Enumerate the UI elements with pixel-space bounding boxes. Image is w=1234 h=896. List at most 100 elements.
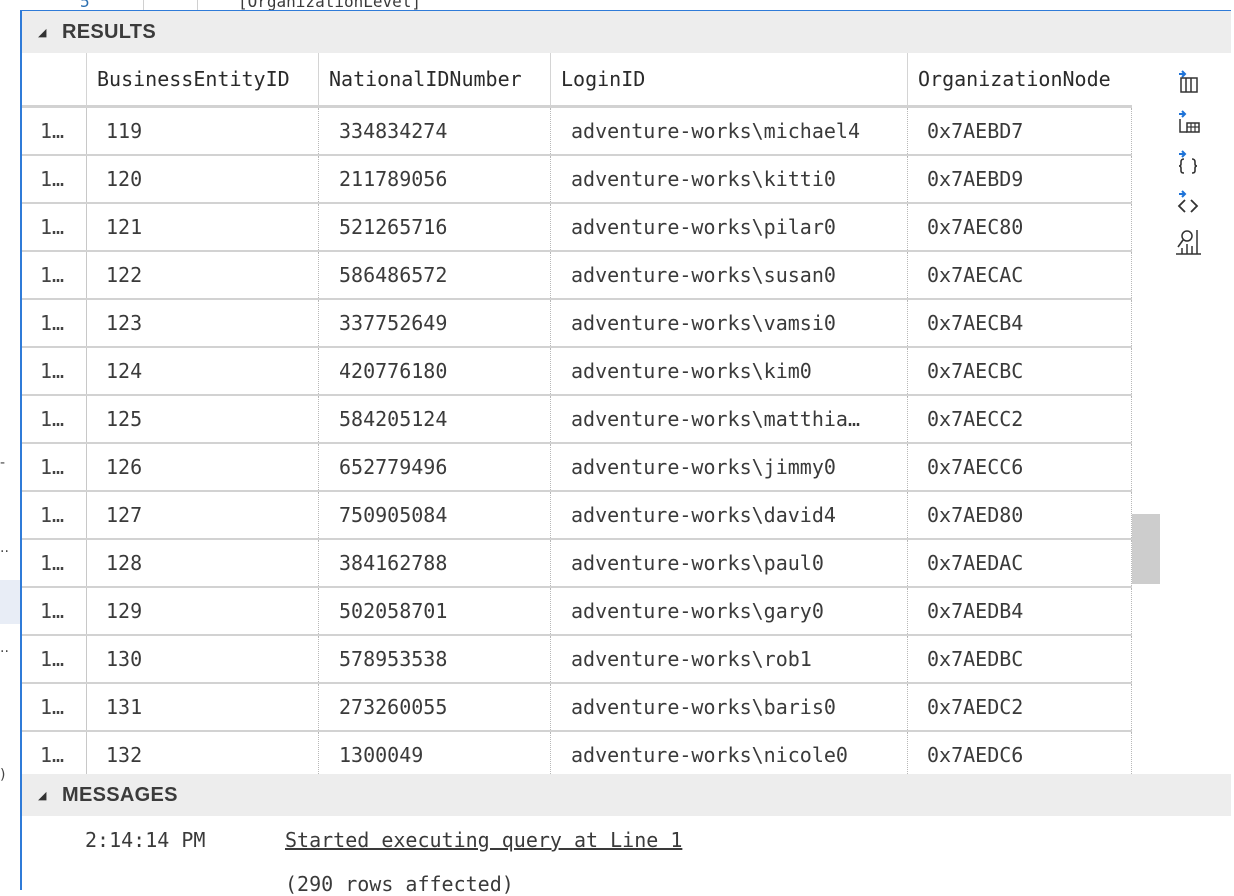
cell-businessentityid[interactable]: 132: [87, 732, 319, 774]
table-row[interactable]: 1… 126 652779496 adventure-works\jimmy0 0x7A…: [22, 444, 1132, 492]
cell-businessentityid[interactable]: 129: [87, 588, 319, 634]
cell-businessentityid[interactable]: 125: [87, 396, 319, 442]
cell-organizationnode[interactable]: 0x7AECB4: [908, 300, 1132, 346]
cell-nationalidnumber[interactable]: 750905084: [319, 492, 551, 538]
cell-businessentityid[interactable]: 130: [87, 636, 319, 682]
cell-businessentityid[interactable]: 119: [87, 108, 319, 154]
scrollbar-thumb[interactable]: [1132, 514, 1160, 584]
cell-rownum[interactable]: 1…: [22, 492, 87, 538]
cell-loginid[interactable]: adventure-works\david4: [551, 492, 908, 538]
cell-organizationnode[interactable]: 0x7AECC2: [908, 396, 1132, 442]
table-row[interactable]: 1… 131 273260055 adventure-works\baris0 0x7A…: [22, 684, 1132, 732]
table-row[interactable]: 1… 121 521265716 adventure-works\pilar0 0x7A…: [22, 204, 1132, 252]
table-row[interactable]: 1… 119 334834274 adventure-works\michael4 0x…: [22, 108, 1132, 156]
cell-nationalidnumber[interactable]: 420776180: [319, 348, 551, 394]
cell-businessentityid[interactable]: 123: [87, 300, 319, 346]
table-row[interactable]: 1… 120 211789056 adventure-works\kitti0 0x7A…: [22, 156, 1132, 204]
cell-nationalidnumber[interactable]: 502058701: [319, 588, 551, 634]
collapse-triangle-icon[interactable]: ◢: [38, 789, 48, 802]
grid-vertical-scrollbar[interactable]: [1132, 113, 1160, 774]
cell-loginid[interactable]: adventure-works\pilar0: [551, 204, 908, 250]
cell-loginid[interactable]: adventure-works\baris0: [551, 684, 908, 730]
cell-loginid[interactable]: adventure-works\susan0: [551, 252, 908, 298]
column-header-businessentityid[interactable]: BusinessEntityID: [87, 53, 319, 105]
cell-organizationnode[interactable]: 0x7AED80: [908, 492, 1132, 538]
messages-section-header[interactable]: ◢ MESSAGES: [22, 774, 1231, 816]
column-header-nationalidnumber[interactable]: NationalIDNumber: [319, 53, 551, 105]
cell-businessentityid[interactable]: 124: [87, 348, 319, 394]
cell-loginid[interactable]: adventure-works\kitti0: [551, 156, 908, 202]
collapse-triangle-icon[interactable]: ◢: [38, 26, 48, 39]
cell-loginid[interactable]: adventure-works\kim0: [551, 348, 908, 394]
cell-nationalidnumber[interactable]: 337752649: [319, 300, 551, 346]
cell-organizationnode[interactable]: 0x7AEBD7: [908, 108, 1132, 154]
cell-businessentityid[interactable]: 128: [87, 540, 319, 586]
cell-loginid[interactable]: adventure-works\michael4: [551, 108, 908, 154]
cell-rownum[interactable]: 1…: [22, 540, 87, 586]
column-header-rownum[interactable]: [22, 53, 87, 105]
cell-loginid[interactable]: adventure-works\matthia…: [551, 396, 908, 442]
cell-businessentityid[interactable]: 120: [87, 156, 319, 202]
cell-organizationnode[interactable]: 0x7AEDAC: [908, 540, 1132, 586]
cell-organizationnode[interactable]: 0x7AECC6: [908, 444, 1132, 490]
cell-nationalidnumber[interactable]: 1300049: [319, 732, 551, 774]
cell-organizationnode[interactable]: 0x7AEDC2: [908, 684, 1132, 730]
cell-loginid[interactable]: adventure-works\jimmy0: [551, 444, 908, 490]
cell-businessentityid[interactable]: 122: [87, 252, 319, 298]
cell-nationalidnumber[interactable]: 652779496: [319, 444, 551, 490]
cell-rownum[interactable]: 1…: [22, 252, 87, 298]
cell-rownum[interactable]: 1…: [22, 396, 87, 442]
cell-organizationnode[interactable]: 0x7AEDBC: [908, 636, 1132, 682]
cell-businessentityid[interactable]: 121: [87, 204, 319, 250]
export-json-icon[interactable]: [1170, 143, 1206, 181]
results-section-header[interactable]: ◢ RESULTS: [22, 11, 1231, 53]
export-xml-icon[interactable]: [1170, 183, 1206, 221]
table-row[interactable]: 1… 127 750905084 adventure-works\david4 0x7A…: [22, 492, 1132, 540]
cell-nationalidnumber[interactable]: 586486572: [319, 252, 551, 298]
cell-organizationnode[interactable]: 0x7AECAC: [908, 252, 1132, 298]
cell-nationalidnumber[interactable]: 273260055: [319, 684, 551, 730]
cell-rownum[interactable]: 1…: [22, 636, 87, 682]
cell-nationalidnumber[interactable]: 334834274: [319, 108, 551, 154]
cell-nationalidnumber[interactable]: 211789056: [319, 156, 551, 202]
cell-rownum[interactable]: 1…: [22, 204, 87, 250]
table-row[interactable]: 1… 128 384162788 adventure-works\paul0 0x7AE…: [22, 540, 1132, 588]
export-csv-icon[interactable]: [1170, 63, 1206, 101]
cell-rownum[interactable]: 1…: [22, 588, 87, 634]
cell-rownum[interactable]: 1…: [22, 156, 87, 202]
cell-rownum[interactable]: 1…: [22, 300, 87, 346]
cell-rownum[interactable]: 1…: [22, 444, 87, 490]
cell-loginid[interactable]: adventure-works\vamsi0: [551, 300, 908, 346]
table-row[interactable]: 1… 125 584205124 adventure-works\matthia… 0x…: [22, 396, 1132, 444]
table-row[interactable]: 1… 124 420776180 adventure-works\kim0 0x7AEC…: [22, 348, 1132, 396]
cell-organizationnode[interactable]: 0x7AEBD9: [908, 156, 1132, 202]
cell-organizationnode[interactable]: 0x7AEC80: [908, 204, 1132, 250]
table-row[interactable]: 1… 123 337752649 adventure-works\vamsi0 0x7A…: [22, 300, 1132, 348]
cell-rownum[interactable]: 1…: [22, 348, 87, 394]
cell-rownum[interactable]: 1…: [22, 684, 87, 730]
cell-nationalidnumber[interactable]: 521265716: [319, 204, 551, 250]
cell-loginid[interactable]: adventure-works\nicole0: [551, 732, 908, 774]
cell-loginid[interactable]: adventure-works\rob1: [551, 636, 908, 682]
table-row[interactable]: 1… 122 586486572 adventure-works\susan0 0x7A…: [22, 252, 1132, 300]
cell-businessentityid[interactable]: 126: [87, 444, 319, 490]
column-header-organizationnode[interactable]: OrganizationNode: [908, 53, 1134, 105]
cell-nationalidnumber[interactable]: 584205124: [319, 396, 551, 442]
cell-loginid[interactable]: adventure-works\gary0: [551, 588, 908, 634]
cell-organizationnode[interactable]: 0x7AECBC: [908, 348, 1132, 394]
cell-organizationnode[interactable]: 0x7AEDB4: [908, 588, 1132, 634]
export-excel-icon[interactable]: [1170, 103, 1206, 141]
cell-nationalidnumber[interactable]: 578953538: [319, 636, 551, 682]
table-row[interactable]: 1… 129 502058701 adventure-works\gary0 0x7AE…: [22, 588, 1132, 636]
cell-organizationnode[interactable]: 0x7AEDC6: [908, 732, 1132, 774]
column-header-loginid[interactable]: LoginID: [551, 53, 908, 105]
cell-businessentityid[interactable]: 127: [87, 492, 319, 538]
chart-icon[interactable]: [1170, 223, 1206, 261]
results-grid[interactable]: BusinessEntityID NationalIDNumber LoginI…: [22, 53, 1134, 774]
cell-nationalidnumber[interactable]: 384162788: [319, 540, 551, 586]
cell-businessentityid[interactable]: 131: [87, 684, 319, 730]
cell-loginid[interactable]: adventure-works\paul0: [551, 540, 908, 586]
table-row[interactable]: 1… 130 578953538 adventure-works\rob1 0x7AED…: [22, 636, 1132, 684]
cell-rownum[interactable]: 1…: [22, 732, 87, 774]
message-started-link[interactable]: Started executing query at Line 1: [285, 828, 682, 852]
